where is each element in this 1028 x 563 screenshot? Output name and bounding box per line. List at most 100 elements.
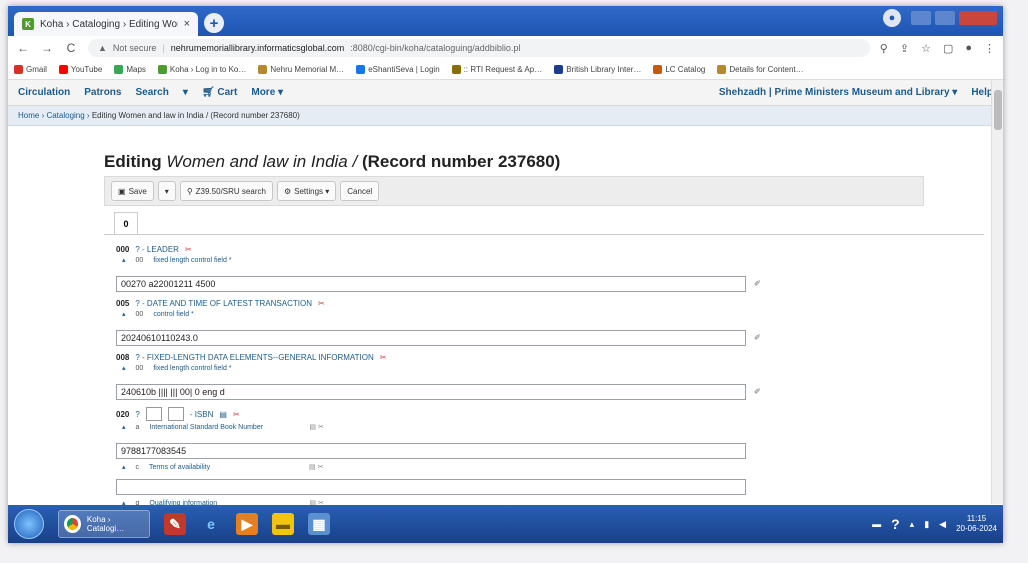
bookmark-label: Koha › Log in to Ko… xyxy=(169,65,247,74)
help-tray-icon[interactable]: ? xyxy=(891,516,900,532)
isbn-input[interactable]: 9788177083545 xyxy=(116,443,746,459)
clock[interactable]: 11:15 20-06-2024 xyxy=(956,514,997,533)
nav-patrons[interactable]: Patrons xyxy=(84,87,121,98)
nav-search[interactable]: Search xyxy=(135,87,168,98)
tag-editor-icon[interactable]: ✐ xyxy=(754,387,761,396)
indicator-2-input[interactable] xyxy=(167,407,184,421)
fixed-length-input[interactable]: 240610b |||| ||| 00| 0 eng d xyxy=(116,384,746,400)
tag-editor-icon[interactable]: ✐ xyxy=(754,333,761,342)
nav-cart[interactable]: 🛒︎ Cart xyxy=(202,87,238,98)
profile-icon[interactable]: ● xyxy=(883,9,901,27)
save-dropdown-button[interactable]: ▾ xyxy=(157,181,176,201)
close-window-button[interactable] xyxy=(959,11,997,25)
settings-button[interactable]: ⚙ Settings ▾ xyxy=(276,181,337,201)
sidepanel-icon[interactable]: ▢ xyxy=(943,42,953,55)
breadcrumb-home[interactable]: Home xyxy=(18,111,39,120)
subfield-020-c: ▴ c Terms of availability ▤ ✂ xyxy=(116,461,323,472)
volume-icon[interactable]: ◀ xyxy=(939,519,946,530)
subfield-toggle-icon[interactable]: ▴ xyxy=(122,310,126,318)
new-tab-button[interactable]: + xyxy=(204,13,224,33)
file-explorer-icon[interactable]: ▬ xyxy=(272,513,294,535)
cancel-button[interactable]: Cancel xyxy=(340,181,380,201)
start-button[interactable] xyxy=(14,509,44,539)
user-name: Shehzadh xyxy=(718,87,767,98)
page-scrollbar[interactable] xyxy=(991,80,1003,504)
bookmark-item[interactable]: LC Catalog xyxy=(653,65,705,74)
subfield-toggle-icon[interactable]: ▴ xyxy=(122,423,126,431)
menu-icon[interactable]: ⋮ xyxy=(984,42,995,55)
nav-search-caret-icon[interactable]: ▾ xyxy=(183,87,188,98)
tab-0[interactable]: 0 xyxy=(114,212,138,234)
bookmark-item[interactable]: YouTube xyxy=(58,65,103,74)
tag-editor-icon[interactable]: ✐ xyxy=(754,279,761,288)
bookmark-item[interactable]: Nehru Memorial M… xyxy=(258,65,344,74)
url-security-label: Not secure xyxy=(112,43,157,53)
reload-icon[interactable]: C xyxy=(64,41,78,55)
tag-name[interactable]: ? - LEADER xyxy=(135,245,179,254)
bookmark-star-icon[interactable]: ☆ xyxy=(921,42,931,55)
delete-tag-icon[interactable]: ✂ xyxy=(318,299,325,308)
internet-explorer-icon[interactable]: e xyxy=(200,513,222,535)
nav-circulation[interactable]: Circulation xyxy=(18,87,70,98)
leader-input[interactable]: 00270 a22001211 4500 xyxy=(116,276,746,292)
bookmark-label: British Library Inter… xyxy=(566,65,642,74)
bookmark-item[interactable]: Maps xyxy=(114,65,146,74)
bookmark-item[interactable]: Koha › Log in to Ko… xyxy=(157,65,247,74)
app-red-icon[interactable]: ✎ xyxy=(164,513,186,535)
account-icon[interactable]: ● xyxy=(965,42,972,55)
forward-icon[interactable]: → xyxy=(40,41,54,55)
nav-help[interactable]: Help xyxy=(971,87,993,98)
media-player-icon[interactable]: ▶ xyxy=(236,513,258,535)
warning-icon: ▲ xyxy=(98,43,107,53)
tag-name[interactable]: ? - DATE AND TIME OF LATEST TRANSACTION xyxy=(135,299,312,308)
bookmark-favicon-icon xyxy=(653,65,663,74)
taskbar-chrome-item[interactable]: Koha › Catalogi… xyxy=(58,510,150,538)
subfield-code: c xyxy=(135,463,140,471)
bookmark-item[interactable]: British Library Inter… xyxy=(554,65,641,74)
subfield-actions-icon[interactable]: ▤ ✂ xyxy=(309,463,323,471)
network-icon[interactable]: ▮ xyxy=(924,519,929,530)
bookmark-label: :: RTI Request & Ap… xyxy=(463,65,543,74)
bookmark-item[interactable]: :: RTI Request & Ap… xyxy=(451,65,543,74)
field-020: 020? - ISBN ▤ ✂ ▴ a International Standard Bo… xyxy=(116,407,324,431)
bookmark-item[interactable]: eShantiSeva | Login xyxy=(356,65,440,74)
subfield-toggle-icon[interactable]: ▴ xyxy=(122,364,126,372)
maximize-button[interactable] xyxy=(935,11,955,25)
subfield-toggle-icon[interactable]: ▴ xyxy=(122,256,126,264)
scroll-thumb[interactable] xyxy=(994,90,1002,130)
help-icon[interactable]: ? xyxy=(135,410,139,419)
repeat-tag-icon[interactable]: ▤ xyxy=(219,410,227,419)
minimize-button[interactable] xyxy=(911,11,931,25)
z3950-search-button[interactable]: ⚲ Z39.50/SRU search xyxy=(179,181,273,201)
share-icon[interactable]: ⇪ xyxy=(900,42,909,55)
browser-tab[interactable]: K Koha › Cataloging › Editing Wor… × xyxy=(14,12,198,36)
language-icon[interactable]: ▬ xyxy=(872,519,881,529)
save-button[interactable]: ▣ Save xyxy=(111,181,154,201)
date-time-input[interactable]: 20240610110243.0 xyxy=(116,330,746,346)
terms-availability-input[interactable] xyxy=(116,479,746,495)
search-icon: ⚲ xyxy=(186,186,193,196)
subfield-toggle-icon[interactable]: ▴ xyxy=(122,463,126,471)
notepad-icon[interactable]: ▦ xyxy=(308,513,330,535)
zoom-icon[interactable]: ⚲ xyxy=(880,42,888,55)
user-menu[interactable]: Shehzadh | Prime Ministers Museum and Li… xyxy=(719,87,957,98)
tag-number: 020 xyxy=(116,409,130,419)
url-field[interactable]: ▲ Not secure | nehrumemoriallibrary.info… xyxy=(88,39,870,57)
tag-name[interactable]: ? - FIXED-LENGTH DATA ELEMENTS--GENERAL … xyxy=(135,353,373,362)
back-icon[interactable]: ← xyxy=(16,41,30,55)
screen: K Koha › Cataloging › Editing Wor… × + ●… xyxy=(8,6,1003,543)
close-tab-icon[interactable]: × xyxy=(184,18,190,30)
tray-arrow-icon[interactable]: ▴ xyxy=(910,519,915,530)
breadcrumb-cataloging[interactable]: Cataloging xyxy=(46,111,84,120)
delete-tag-icon[interactable]: ✂ xyxy=(185,245,192,254)
bookmark-favicon-icon xyxy=(356,65,366,74)
indicator-1-input[interactable] xyxy=(145,407,162,421)
subfield-actions-icon[interactable]: ▤ ✂ xyxy=(309,423,323,431)
nav-more[interactable]: More ▾ xyxy=(251,87,283,98)
delete-tag-icon[interactable]: ✂ xyxy=(380,353,387,362)
tag-name[interactable]: - ISBN xyxy=(190,410,214,419)
bookmark-item[interactable]: Gmail xyxy=(14,65,47,74)
bookmark-item[interactable]: Details for Content… xyxy=(717,65,804,74)
bookmark-label: YouTube xyxy=(70,65,103,74)
delete-tag-icon[interactable]: ✂ xyxy=(233,410,240,419)
